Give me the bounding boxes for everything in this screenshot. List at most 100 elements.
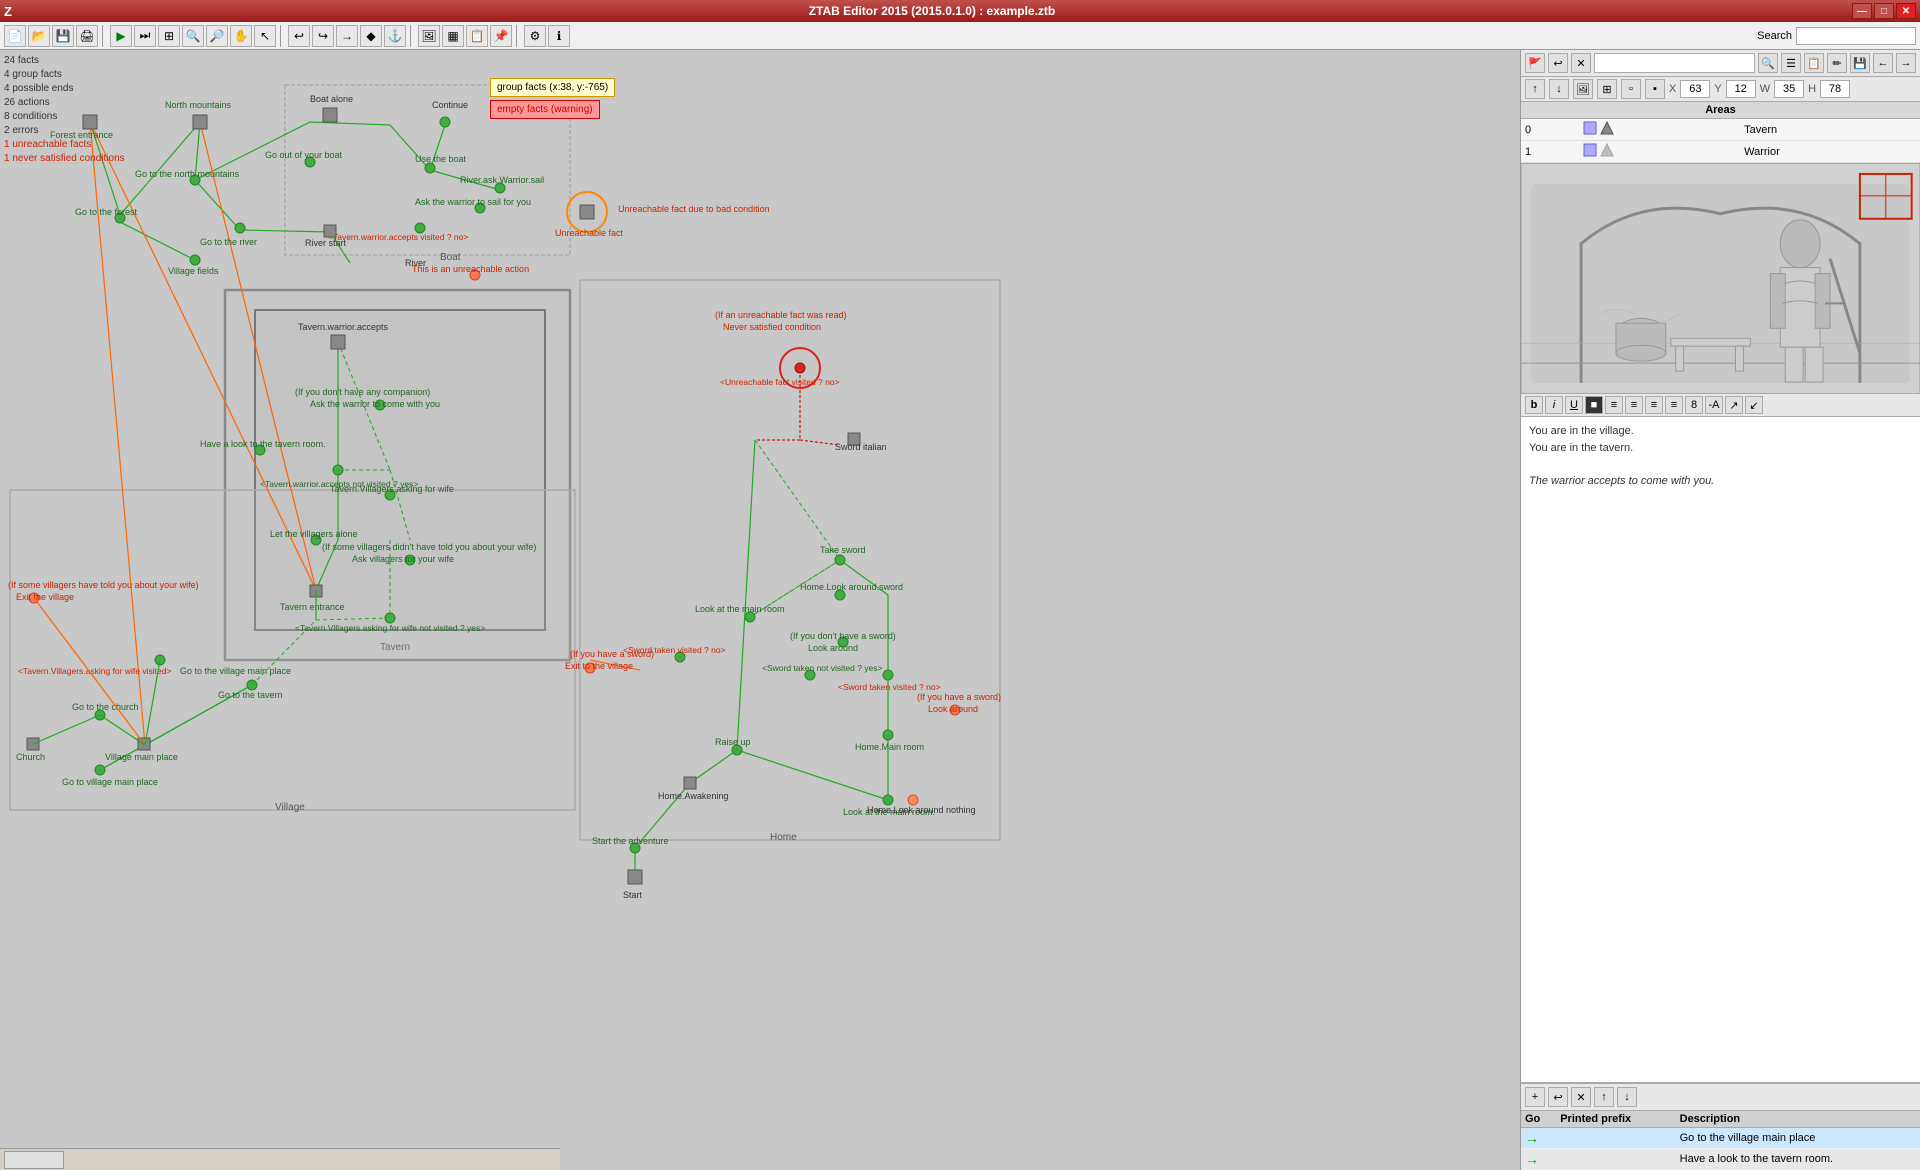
arrow-button[interactable]: →	[336, 25, 358, 47]
x-label: X	[1669, 83, 1676, 95]
svg-text:(If you have a sword): (If you have a sword)	[917, 692, 1001, 702]
svg-text:Tavern entrance: Tavern entrance	[280, 602, 345, 612]
del-action-button[interactable]: ✕	[1571, 1087, 1591, 1107]
zoom-in-button[interactable]: 🔍	[182, 25, 204, 47]
rp-undo-button[interactable]: ↩	[1548, 53, 1568, 73]
h-value[interactable]: 78	[1820, 80, 1850, 98]
align-right-button[interactable]: ≡	[1645, 396, 1663, 414]
svg-text:Raise up: Raise up	[715, 737, 751, 747]
area-type-icon	[1600, 121, 1614, 135]
rp-search-input[interactable]: Tavern.warrior.accepts	[1594, 53, 1755, 73]
rp-prev-button[interactable]: ←	[1873, 53, 1893, 73]
align-justify-button[interactable]: ≡	[1665, 396, 1683, 414]
special-button[interactable]: -A	[1705, 396, 1723, 414]
redo-button[interactable]: ↪	[312, 25, 334, 47]
svg-text:Use the boat: Use the boat	[415, 154, 467, 164]
settings-button[interactable]: ⚙	[524, 25, 546, 47]
svg-text:<Sword taken visited ? no>: <Sword taken visited ? no>	[838, 682, 941, 692]
svg-text:This is an unreachable action: This is an unreachable action	[412, 264, 529, 274]
rp-grid-button[interactable]: ⊞	[1597, 79, 1617, 99]
new-button[interactable]: 📄	[4, 25, 26, 47]
move-down-action-button[interactable]: ↓	[1617, 1087, 1637, 1107]
action-row[interactable]: → Have a look to the tavern room.	[1521, 1149, 1920, 1170]
svg-text:(If you have a sword): (If you have a sword)	[570, 649, 654, 659]
maximize-button[interactable]: □	[1874, 3, 1894, 19]
image-preview[interactable]	[1521, 164, 1920, 394]
rp-close-button[interactable]: ✕	[1571, 53, 1591, 73]
cursor-button[interactable]: ↖	[254, 25, 276, 47]
svg-text:Go to the forest: Go to the forest	[75, 207, 138, 217]
area-row[interactable]: 0 Tavern	[1521, 119, 1920, 141]
grid-button[interactable]: ⊞	[158, 25, 180, 47]
skip-button[interactable]: ⏭	[134, 25, 156, 47]
stat-line: 4 possible ends	[4, 82, 125, 96]
status-button[interactable]	[4, 1151, 64, 1169]
paste-button[interactable]: 📌	[490, 25, 512, 47]
rp-up-button[interactable]: ↑	[1525, 79, 1545, 99]
undo-button[interactable]: ↩	[288, 25, 310, 47]
areas-table: 0 Tavern 1	[1521, 119, 1920, 163]
svg-text:Tavern.Villagers.asking for wi: Tavern.Villagers.asking for wife	[330, 484, 454, 494]
y-value[interactable]: 12	[1726, 80, 1756, 98]
graph-canvas[interactable]: Boat Tavern Home Village	[0, 50, 1520, 1170]
add-action-button[interactable]: +	[1525, 1087, 1545, 1107]
info-button[interactable]: ℹ	[548, 25, 570, 47]
underline-button[interactable]: U	[1565, 396, 1583, 414]
svg-text:River.ask.Warrior.sail: River.ask.Warrior.sail	[460, 175, 544, 185]
link-button[interactable]: ⚓	[384, 25, 406, 47]
area-color-icon	[1583, 143, 1597, 157]
numbering-button[interactable]: 8	[1685, 396, 1703, 414]
rp-search-button[interactable]: 🔍	[1758, 53, 1778, 73]
rp-big-button[interactable]: ▪	[1645, 79, 1665, 99]
rp-flag-button[interactable]: 🚩	[1525, 53, 1545, 73]
y-label: Y	[1714, 83, 1721, 95]
play-button[interactable]: ▶	[110, 25, 132, 47]
action-description: Go to the village main place	[1676, 1128, 1920, 1149]
action-row[interactable]: → Go to the village main place	[1521, 1128, 1920, 1149]
stats-panel: 24 facts 4 group facts 4 possible ends 2…	[4, 54, 125, 166]
prev-action-button[interactable]: ↩	[1548, 1087, 1568, 1107]
search-input[interactable]	[1796, 27, 1916, 45]
align-center-button[interactable]: ≡	[1625, 396, 1643, 414]
rp-toolbar: 🚩 ↩ ✕ Tavern.warrior.accepts 🔍 ☰ 📋 ✏ 💾 ←…	[1521, 50, 1920, 77]
w-value[interactable]: 35	[1774, 80, 1804, 98]
align-left-button[interactable]: ≡	[1605, 396, 1623, 414]
rp-down-button[interactable]: ↓	[1549, 79, 1569, 99]
save-button[interactable]: 💾	[52, 25, 74, 47]
italic-button[interactable]: i	[1545, 396, 1563, 414]
text-content[interactable]: You are in the village. You are in the t…	[1521, 417, 1920, 1082]
titlebar-title: ZTAB Editor 2015 (2015.0.1.0) : example.…	[12, 4, 1852, 18]
copy-button[interactable]: 📋	[466, 25, 488, 47]
x-value[interactable]: 63	[1680, 80, 1710, 98]
open-button[interactable]: 📂	[28, 25, 50, 47]
svg-text:Home.Look around.sword: Home.Look around.sword	[800, 582, 903, 592]
rp-small-button[interactable]: ▫	[1621, 79, 1641, 99]
bold-button[interactable]: b	[1525, 396, 1543, 414]
move-up-action-button[interactable]: ↑	[1594, 1087, 1614, 1107]
rp-list-button[interactable]: ☰	[1781, 53, 1801, 73]
print-button[interactable]: 🖨	[76, 25, 98, 47]
svg-text:Unreachable fact: Unreachable fact	[555, 228, 624, 238]
rp-edit-button[interactable]: ✏	[1827, 53, 1847, 73]
zoom-out-button[interactable]: 🔎	[206, 25, 228, 47]
text-line2: You are in the tavern.	[1529, 440, 1912, 457]
color-button[interactable]: ■	[1585, 396, 1603, 414]
close-button[interactable]: ✕	[1896, 3, 1916, 19]
rp-save-button[interactable]: 💾	[1850, 53, 1870, 73]
rp-next-button[interactable]: →	[1896, 53, 1916, 73]
import-button[interactable]: ↙	[1745, 396, 1763, 414]
area-row[interactable]: 1 Warrior	[1521, 141, 1920, 163]
hand-button[interactable]: ✋	[230, 25, 252, 47]
canvas-area[interactable]: 24 facts 4 group facts 4 possible ends 2…	[0, 50, 1520, 1170]
svg-text:Go out of your boat: Go out of your boat	[265, 150, 343, 160]
stat-line: 26 actions	[4, 96, 125, 110]
minimize-button[interactable]: —	[1852, 3, 1872, 19]
table-button[interactable]: ▦	[442, 25, 464, 47]
image-button[interactable]: 🖼	[418, 25, 440, 47]
export-button[interactable]: ↗	[1725, 396, 1743, 414]
area-color-icon	[1583, 121, 1597, 135]
rp-image-button[interactable]: 🖼	[1573, 79, 1593, 99]
node-button[interactable]: ◆	[360, 25, 382, 47]
rp-copy-button[interactable]: 📋	[1804, 53, 1824, 73]
svg-text:Village: Village	[275, 802, 305, 813]
